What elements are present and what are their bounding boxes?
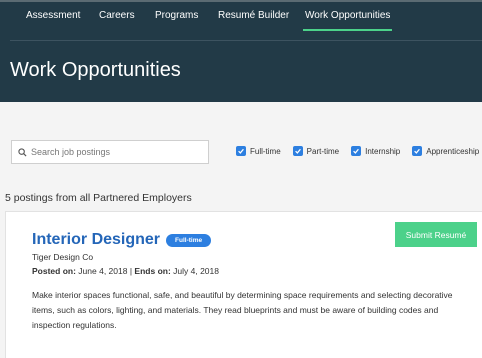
check-icon <box>353 148 360 154</box>
filter-part-time[interactable]: Part-time <box>292 146 340 156</box>
filter-internship-label: Internship <box>365 146 401 156</box>
search-icon <box>18 147 27 157</box>
job-description: Make interior spaces functional, safe, a… <box>32 290 453 330</box>
nav-tab-programs[interactable]: Programs <box>155 7 198 25</box>
posted-on-date: June 4, 2018 <box>78 266 128 276</box>
app-header: Assessment Careers Programs Resumé Build… <box>0 0 482 102</box>
header-top-border <box>0 0 482 2</box>
search-box[interactable] <box>11 140 209 164</box>
nav-tab-work-opportunities[interactable]: Work Opportunities <box>302 7 393 31</box>
ends-on-label: Ends on: <box>134 266 171 276</box>
company-name: Tiger Design Co <box>32 252 94 262</box>
job-type-filters: Full-time Part-time Internship Apprentic… <box>236 146 479 156</box>
ends-on-date: July 4, 2018 <box>173 266 219 276</box>
job-title[interactable]: Interior Designer <box>32 231 160 249</box>
job-posting-card: Interior Designer Full-time Tiger Design… <box>5 211 482 358</box>
results-summary: 5 postings from all Partnered Employers <box>5 192 192 204</box>
check-icon <box>294 148 301 154</box>
job-type-badge: Full-time <box>166 233 212 247</box>
submit-resume-button[interactable]: Submit Resumé <box>395 222 477 247</box>
posting-dates: Posted on: June 4, 2018 | Ends on: July … <box>32 266 219 276</box>
nav-tab-assessment[interactable]: Assessment <box>26 7 80 25</box>
nav-tab-resume-builder[interactable]: Resumé Builder <box>218 7 289 25</box>
filter-apprenticeship-checkbox[interactable] <box>412 146 423 156</box>
filter-part-time-checkbox[interactable] <box>292 146 303 156</box>
date-separator: | <box>129 266 133 276</box>
posted-on-label: Posted on: <box>32 266 76 276</box>
filter-internship-checkbox[interactable] <box>351 146 362 156</box>
job-title-row: Interior Designer Full-time <box>32 231 212 249</box>
filter-internship[interactable]: Internship <box>351 146 400 156</box>
page-title: Work Opportunities <box>10 59 181 81</box>
check-icon <box>238 148 244 154</box>
nav-tab-careers[interactable]: Careers <box>99 7 135 25</box>
filter-full-time-label: Full-time <box>250 146 281 156</box>
nav-divider <box>10 40 482 41</box>
filter-apprenticeship[interactable]: Apprenticeship <box>412 146 479 156</box>
search-input[interactable] <box>31 147 201 157</box>
filter-full-time-checkbox[interactable] <box>236 146 246 156</box>
check-icon <box>414 148 421 154</box>
filter-full-time[interactable]: Full-time <box>236 146 281 156</box>
filter-part-time-label: Part-time <box>306 146 340 156</box>
filter-apprenticeship-label: Apprenticeship <box>426 146 480 156</box>
